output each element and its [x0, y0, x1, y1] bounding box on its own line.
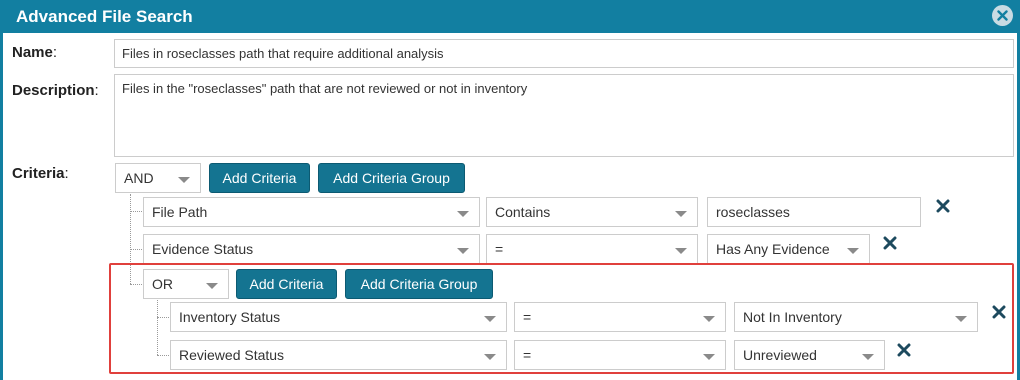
- chevron-down-icon: [484, 316, 496, 322]
- chevron-down-icon: [206, 283, 218, 289]
- group-criteria-field-select[interactable]: Reviewed Status: [170, 340, 507, 370]
- criteria-label: Criteria:: [12, 165, 69, 182]
- chevron-down-icon: [484, 354, 496, 360]
- criteria-comparator-value: =: [495, 241, 504, 257]
- criteria-comparator-value: =: [523, 347, 532, 363]
- criteria-field-value: Inventory Status: [179, 309, 281, 325]
- criteria-value-text: Unreviewed: [743, 347, 817, 363]
- criteria-comparator-select[interactable]: =: [486, 234, 698, 264]
- criteria-field-value: Evidence Status: [152, 241, 254, 257]
- group-criteria-comparator-select[interactable]: =: [514, 302, 726, 332]
- remove-criteria-icon[interactable]: [883, 236, 897, 250]
- group-add-criteria-button[interactable]: Add Criteria: [236, 269, 337, 299]
- criteria-operator-select[interactable]: AND: [115, 163, 201, 193]
- tree-connector: [157, 300, 158, 355]
- description-label: Description:: [12, 82, 99, 99]
- criteria-operator-value: AND: [124, 170, 154, 186]
- chevron-down-icon: [675, 211, 687, 217]
- name-label: Name:: [12, 44, 58, 61]
- group-operator-select[interactable]: OR: [143, 269, 229, 299]
- remove-criteria-icon[interactable]: [936, 199, 950, 213]
- chevron-down-icon: [457, 211, 469, 217]
- group-criteria-field-select[interactable]: Inventory Status: [170, 302, 507, 332]
- group-criteria-comparator-select[interactable]: =: [514, 340, 726, 370]
- tree-connector: [157, 355, 169, 356]
- criteria-field-select[interactable]: Evidence Status: [143, 234, 480, 264]
- tree-connector: [157, 317, 169, 318]
- tree-connector: [130, 211, 142, 212]
- tree-connector: [130, 284, 142, 285]
- chevron-down-icon: [847, 248, 859, 254]
- group-criteria-value-select[interactable]: Not In Inventory: [734, 302, 978, 332]
- group-operator-value: OR: [152, 276, 173, 292]
- chevron-down-icon: [703, 316, 715, 322]
- chevron-down-icon: [703, 354, 715, 360]
- remove-criteria-icon[interactable]: [897, 343, 911, 357]
- group-add-criteria-group-button[interactable]: Add Criteria Group: [345, 269, 493, 299]
- criteria-comparator-select[interactable]: Contains: [486, 197, 698, 227]
- chevron-down-icon: [862, 354, 874, 360]
- close-icon[interactable]: [992, 5, 1013, 26]
- chevron-down-icon: [178, 177, 190, 183]
- tree-connector: [130, 249, 142, 250]
- name-field[interactable]: Files in roseclasses path that require a…: [114, 39, 1014, 68]
- chevron-down-icon: [675, 248, 687, 254]
- criteria-comparator-value: =: [523, 309, 532, 325]
- criteria-field-value: File Path: [152, 204, 208, 220]
- criteria-value-input[interactable]: roseclasses: [707, 197, 921, 227]
- tree-connector: [130, 194, 131, 284]
- chevron-down-icon: [457, 248, 469, 254]
- advanced-file-search-dialog: Advanced File Search Name: Files in rose…: [0, 0, 1020, 380]
- criteria-value-select[interactable]: Has Any Evidence: [707, 234, 870, 264]
- dialog-titlebar: Advanced File Search: [3, 0, 1020, 33]
- criteria-field-value: Reviewed Status: [179, 347, 285, 363]
- dialog-title: Advanced File Search: [16, 7, 193, 26]
- criteria-value-text: Has Any Evidence: [716, 241, 830, 257]
- add-criteria-button[interactable]: Add Criteria: [209, 163, 310, 193]
- description-field[interactable]: Files in the "roseclasses" path that are…: [114, 74, 1014, 157]
- group-criteria-value-select[interactable]: Unreviewed: [734, 340, 885, 370]
- criteria-field-select[interactable]: File Path: [143, 197, 480, 227]
- chevron-down-icon: [955, 316, 967, 322]
- add-criteria-group-button[interactable]: Add Criteria Group: [318, 163, 465, 193]
- remove-criteria-icon[interactable]: [992, 305, 1006, 319]
- criteria-comparator-value: Contains: [495, 204, 551, 220]
- criteria-value-text: Not In Inventory: [743, 309, 842, 325]
